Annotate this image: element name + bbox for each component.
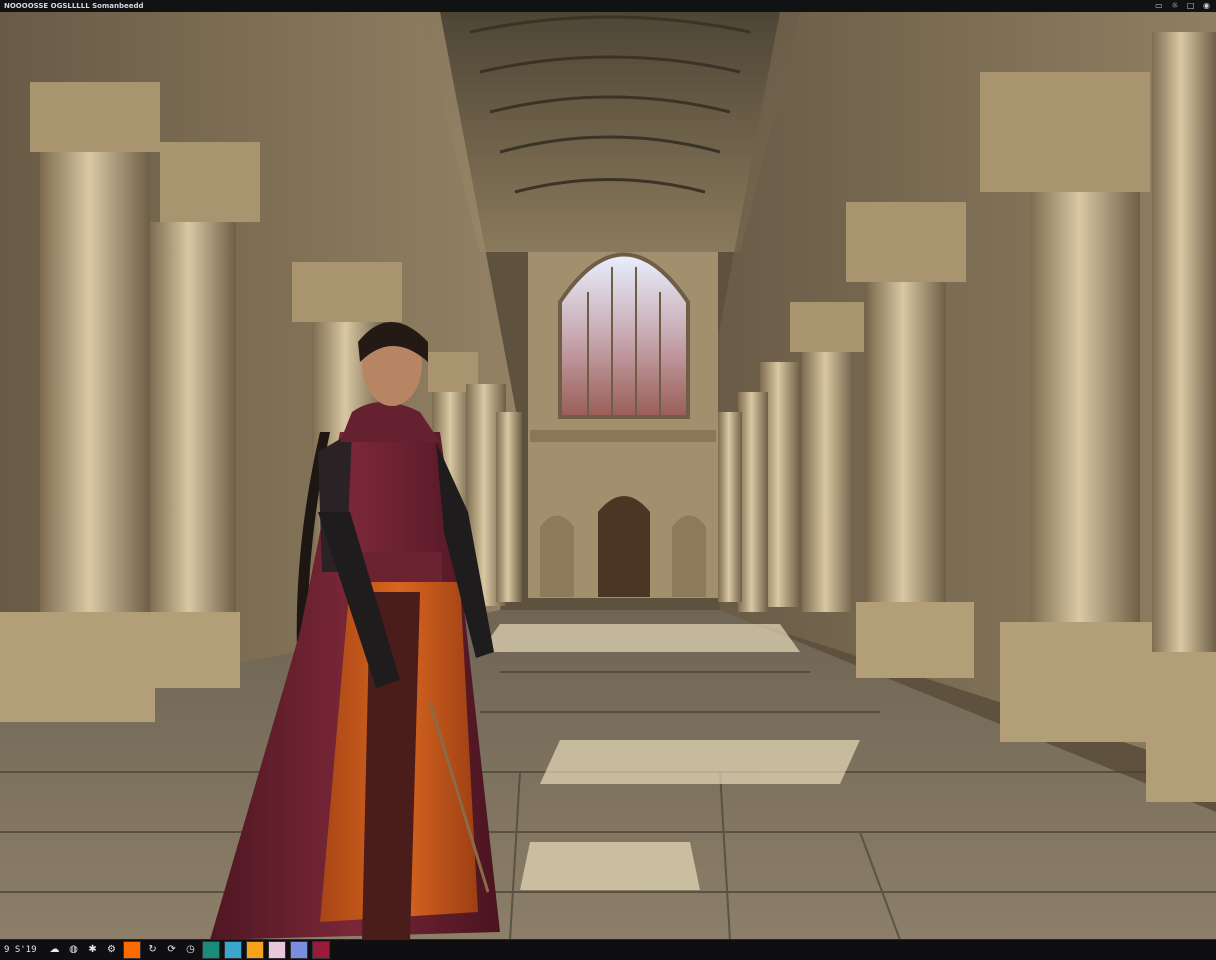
maximize-icon[interactable]: □: [1187, 1, 1195, 10]
close-icon[interactable]: ◉: [1203, 1, 1210, 10]
screenshot: NOOOOSSE OGSLLLLL Somanbeedd ▭ ☼ □ ◉ 9 S…: [0, 0, 1216, 960]
app-swatch-orange[interactable]: [122, 941, 141, 959]
app-swatch-amber[interactable]: [245, 941, 264, 959]
clock-icon[interactable]: ◷: [184, 943, 198, 957]
clock: 9 S'19: [4, 945, 37, 955]
arched-door: [598, 496, 650, 597]
app-swatch-pink[interactable]: [267, 941, 286, 959]
settings-icon[interactable]: ☼: [1171, 1, 1178, 10]
gear-icon[interactable]: ⚙: [105, 943, 119, 957]
app-swatch-crimson[interactable]: [311, 941, 330, 959]
app-swatch-teal[interactable]: [201, 941, 220, 959]
window-title: NOOOOSSE OGSLLLLL Somanbeedd: [4, 2, 144, 10]
cathedral-scene: [0, 12, 1216, 940]
refresh-icon[interactable]: ⟳: [165, 943, 179, 957]
settings-icon[interactable]: ✱: [86, 943, 100, 957]
taskbar: 9 S'19 ☁ ◍ ✱ ⚙ ↻ ⟳ ◷: [0, 939, 1216, 960]
minimize-icon[interactable]: ▭: [1155, 1, 1163, 10]
cloud-icon[interactable]: ☁: [48, 943, 62, 957]
sync-icon[interactable]: ↻: [146, 943, 160, 957]
globe-icon[interactable]: ◍: [67, 943, 81, 957]
app-swatch-blue[interactable]: [223, 941, 242, 959]
window-controls: ▭ ☼ □ ◉: [1149, 0, 1210, 12]
app-swatch-periwinkle[interactable]: [289, 941, 308, 959]
stained-glass-window: [558, 252, 690, 419]
